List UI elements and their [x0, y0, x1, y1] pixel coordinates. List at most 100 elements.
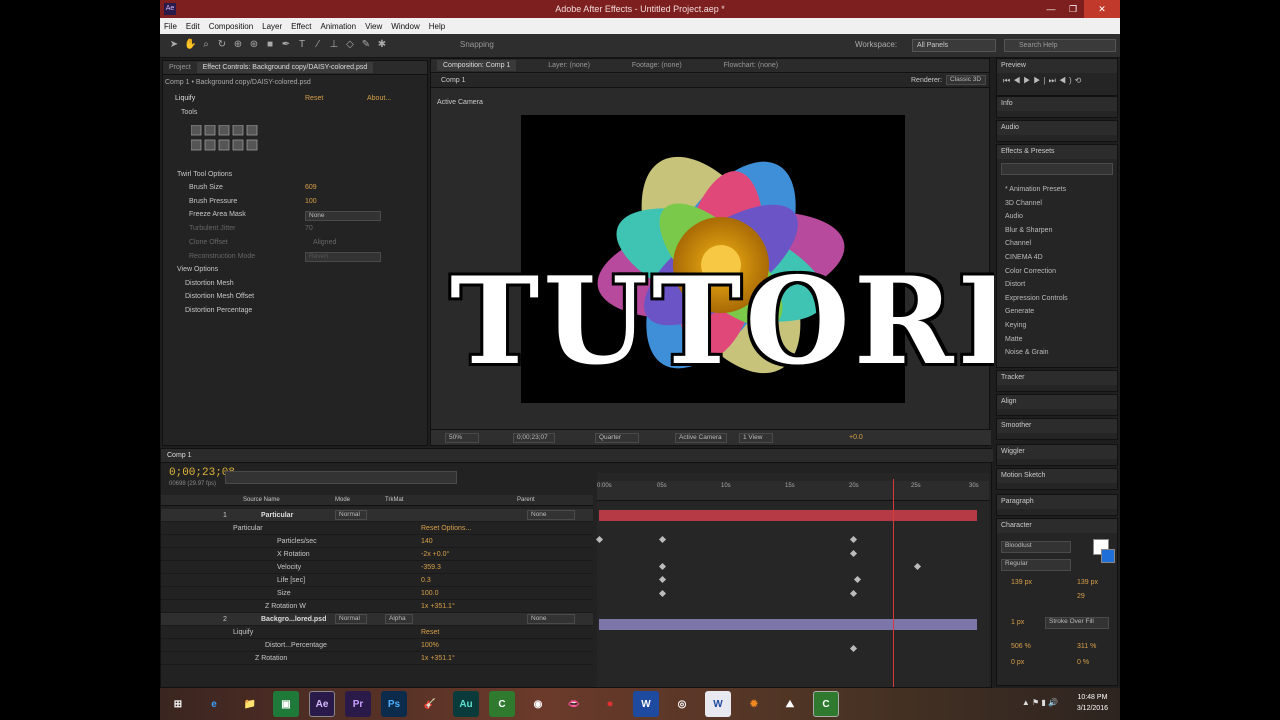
preview-controls-icon[interactable]: ⏮◀▶▶|⏭◀)⟲ — [997, 73, 1117, 89]
effects-category[interactable]: Channel — [1005, 237, 1068, 251]
audition-icon[interactable]: Au — [453, 691, 479, 717]
type-tool-icon[interactable]: T — [296, 39, 308, 51]
info-panel-title[interactable]: Info — [997, 97, 1117, 111]
property-row[interactable]: Distort...Percentage 100% — [161, 639, 593, 652]
distortion-mesh-offset[interactable]: Distortion Mesh Offset — [185, 293, 254, 300]
background-layer-bar[interactable] — [599, 619, 977, 630]
tracker-panel-title[interactable]: Tracker — [997, 371, 1117, 385]
effects-category[interactable]: 3D Channel — [1005, 197, 1068, 211]
property-row[interactable]: Particular Reset Options... — [161, 522, 593, 535]
effects-category[interactable]: Audio — [1005, 210, 1068, 224]
tab-composition[interactable]: Composition: Comp 1 — [437, 60, 517, 71]
camera-view-select[interactable]: Active Camera — [675, 433, 727, 443]
property-row[interactable]: Liquify Reset — [161, 626, 593, 639]
character-panel-title[interactable]: Character — [997, 519, 1117, 533]
green-app-icon[interactable]: ▣ — [273, 691, 299, 717]
liquify-tool-icons[interactable] — [191, 125, 271, 157]
view-options-group[interactable]: View Options — [177, 266, 218, 273]
keyframe[interactable] — [658, 535, 667, 544]
reset-link[interactable]: Reset — [305, 95, 323, 102]
camera-tool-icon[interactable]: ⊕ — [232, 39, 244, 51]
property-name[interactable]: Z Rotation W — [265, 600, 306, 613]
property-value[interactable]: 100.0 — [421, 587, 439, 600]
wiggler-panel-title[interactable]: Wiggler — [997, 445, 1117, 459]
stroke-width-value[interactable]: 1 px — [1011, 619, 1024, 626]
media-app-icon[interactable]: ◉ — [525, 691, 551, 717]
keyframe[interactable] — [849, 644, 858, 653]
property-row[interactable]: Z Rotation 1x +351.1° — [161, 652, 593, 665]
property-value[interactable]: 100% — [421, 639, 439, 652]
property-name[interactable]: Distort...Percentage — [265, 639, 327, 652]
property-name[interactable]: Liquify — [233, 626, 253, 639]
keyframe[interactable] — [658, 589, 667, 598]
zoom-select[interactable]: 50% — [445, 433, 479, 443]
freeze-area-mask-select[interactable]: None — [305, 211, 381, 221]
after-effects-taskbar-icon[interactable]: Ae — [309, 691, 335, 717]
puppet-tool-icon[interactable]: ✱ — [376, 39, 388, 51]
property-row[interactable]: Size 100.0 — [161, 587, 593, 600]
property-name[interactable]: Z Rotation — [255, 652, 287, 665]
effects-category[interactable]: Matte — [1005, 333, 1068, 347]
preview-panel-title[interactable]: Preview — [997, 59, 1117, 73]
comp-navigator-tab[interactable]: Comp 1 — [441, 77, 466, 84]
property-row[interactable]: Velocity -359.3 — [161, 561, 593, 574]
time-ruler[interactable]: 0:00s 05s 10s 15s 20s 25s 30s — [597, 481, 989, 501]
property-row[interactable]: Particles/sec 140 — [161, 535, 593, 548]
roto-brush-tool-icon[interactable]: ✎ — [360, 39, 372, 51]
about-link[interactable]: About... — [367, 95, 391, 102]
property-name[interactable]: X Rotation — [277, 548, 310, 561]
font-size-value[interactable]: 139 px — [1011, 579, 1032, 586]
layer-mode-select[interactable]: Normal — [335, 510, 367, 520]
menu-view[interactable]: View — [365, 22, 382, 31]
current-time-indicator[interactable] — [893, 479, 895, 687]
timeline-search-input[interactable] — [225, 471, 457, 484]
tab-comp1-timeline[interactable]: Comp 1 — [167, 452, 192, 459]
start-windows-icon[interactable]: ⊞ — [165, 691, 191, 717]
keyframe[interactable] — [849, 589, 858, 598]
distortion-mesh[interactable]: Distortion Mesh — [185, 280, 234, 287]
property-value[interactable]: Reset Options... — [421, 522, 471, 535]
rotate-tool-icon[interactable]: ↻ — [216, 39, 228, 51]
menu-edit[interactable]: Edit — [186, 22, 200, 31]
tab-effect-controls[interactable]: Effect Controls: Background copy/DAISY-c… — [196, 62, 374, 73]
layer-trkmat-select[interactable]: Alpha — [385, 614, 413, 624]
effects-category[interactable]: Color Correction — [1005, 265, 1068, 279]
blender-icon[interactable]: ✹ — [741, 691, 767, 717]
menu-window[interactable]: Window — [391, 22, 419, 31]
zoom-tool-icon[interactable]: ⌕ — [200, 39, 212, 51]
taskbar-clock[interactable]: 10:48 PM 3/12/2016 — [1077, 692, 1108, 714]
property-value[interactable]: 1x +351.1° — [421, 652, 455, 665]
layer-row[interactable]: 2 Backgro...lored.psd Normal Alpha None — [161, 613, 593, 626]
internet-explorer-icon[interactable]: e — [201, 691, 227, 717]
cinema4d-icon[interactable]: ◎ — [669, 691, 695, 717]
property-row[interactable]: Life [sec] 0.3 — [161, 574, 593, 587]
property-row[interactable]: Z Rotation W 1x +351.1° — [161, 600, 593, 613]
property-name[interactable]: Particular — [233, 522, 263, 535]
property-name[interactable]: Life [sec] — [277, 574, 305, 587]
col-source-name[interactable]: Source Name — [243, 497, 280, 503]
tab-flowchart[interactable]: Flowchart: (none) — [724, 62, 778, 69]
photoshop-icon[interactable]: Ps — [381, 691, 407, 717]
effects-category[interactable]: Blur & Sharpen — [1005, 224, 1068, 238]
tracking-value[interactable]: 29 — [1077, 593, 1085, 600]
font-family-select[interactable]: Bloodlust — [1001, 541, 1071, 553]
layer-row[interactable]: 1 Particular Normal None — [161, 509, 593, 522]
property-row[interactable]: X Rotation -2x +0.0° — [161, 548, 593, 561]
keyframe[interactable] — [658, 575, 667, 584]
col-mode[interactable]: Mode — [335, 497, 350, 503]
guitar-app-icon[interactable]: 🎸 — [417, 691, 443, 717]
system-tray-icon[interactable]: ▲ ⚑ ▮ 🔊 — [1022, 698, 1058, 707]
record-app-icon[interactable]: ⏺ — [597, 691, 623, 717]
tab-footage[interactable]: Footage: (none) — [632, 62, 682, 69]
eraser-tool-icon[interactable]: ◇ — [344, 39, 356, 51]
menu-animation[interactable]: Animation — [320, 22, 356, 31]
effect-liquify[interactable]: Liquify — [175, 95, 195, 102]
camtasia-icon[interactable]: C — [489, 691, 515, 717]
distortion-percentage[interactable]: Distortion Percentage — [185, 307, 252, 314]
col-trkmat[interactable]: TrkMat — [385, 497, 403, 503]
exposure-value[interactable]: +0.0 — [849, 434, 863, 441]
view-layout-select[interactable]: 1 View — [739, 433, 773, 443]
particular-layer-bar[interactable] — [599, 510, 977, 521]
baseline-shift-value[interactable]: 0 px — [1011, 659, 1024, 666]
current-time-display[interactable]: 0;00;23;07 — [513, 433, 555, 443]
